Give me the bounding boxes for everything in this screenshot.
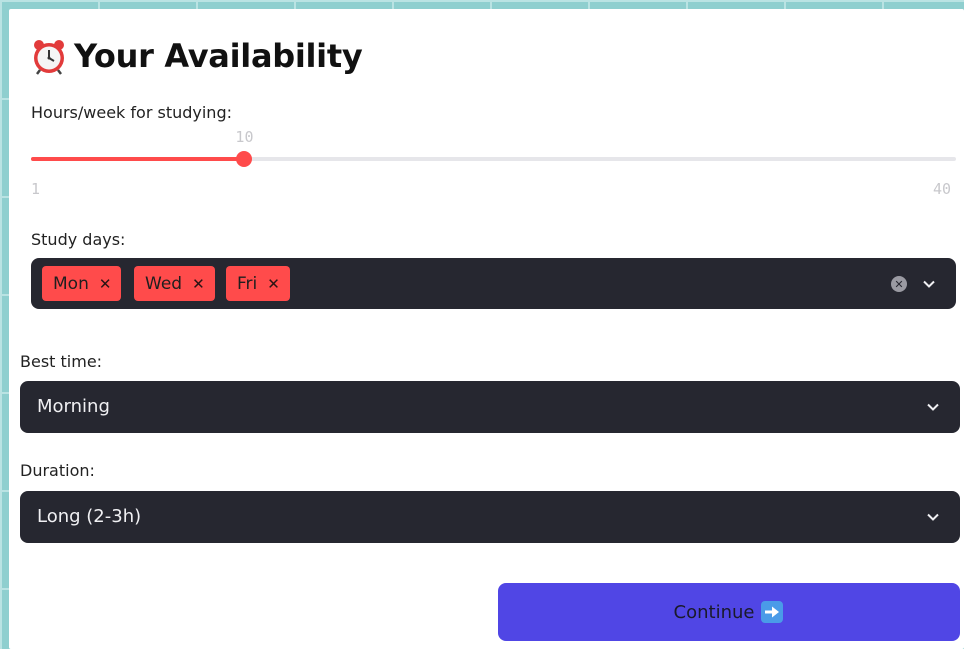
chip-mon[interactable]: Mon ✕ <box>42 266 122 301</box>
chevron-down-icon[interactable] <box>926 400 940 414</box>
hours-label: Hours/week for studying: <box>31 103 232 122</box>
title-text: Your Availability <box>74 37 363 75</box>
continue-label: Continue <box>673 601 755 623</box>
study-days-label: Study days: <box>31 230 126 249</box>
remove-icon[interactable]: ✕ <box>192 275 205 293</box>
page-title: Your Availability <box>30 34 363 78</box>
remove-icon[interactable]: ✕ <box>99 275 112 293</box>
slider-min-label: 1 <box>31 180 41 198</box>
duration-value: Long (2-3h) <box>37 506 142 527</box>
clear-all-icon[interactable]: ✕ <box>891 276 907 292</box>
chevron-down-icon[interactable] <box>926 510 940 524</box>
chip-label: Mon <box>53 273 89 294</box>
hours-slider[interactable] <box>31 151 956 167</box>
remove-icon[interactable]: ✕ <box>267 275 280 293</box>
right-arrow-icon <box>761 601 784 623</box>
chip-label: Fri <box>237 273 258 294</box>
best-time-value: Morning <box>37 396 110 417</box>
duration-select[interactable]: Long (2-3h) <box>20 491 960 543</box>
chip-wed[interactable]: Wed ✕ <box>134 266 215 301</box>
slider-current-value: 10 <box>235 128 254 146</box>
chevron-down-icon[interactable] <box>922 277 936 291</box>
slider-max-label: 40 <box>933 180 952 198</box>
continue-button[interactable]: Continue <box>498 583 960 641</box>
study-days-multiselect[interactable]: Mon ✕ Wed ✕ Fri ✕ ✕ <box>31 258 956 309</box>
alarm-clock-icon <box>34 40 64 75</box>
duration-label: Duration: <box>20 461 95 480</box>
chip-fri[interactable]: Fri ✕ <box>226 266 290 301</box>
slider-fill <box>31 157 245 161</box>
chip-label: Wed <box>145 273 183 294</box>
best-time-select[interactable]: Morning <box>20 381 960 433</box>
best-time-label: Best time: <box>20 352 103 371</box>
